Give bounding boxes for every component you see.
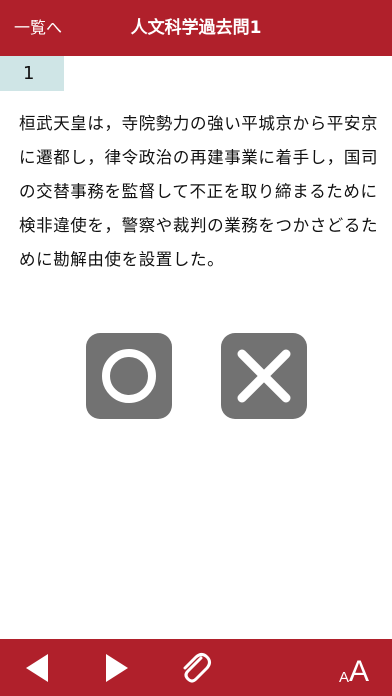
back-to-list-link[interactable]: 一覧へ bbox=[14, 16, 62, 40]
paperclip-icon[interactable] bbox=[178, 649, 212, 687]
font-large-glyph: A bbox=[349, 655, 370, 688]
question-number-badge: 1 bbox=[0, 56, 64, 91]
app-screen: 一覧へ 人文科学過去問1 1 桓武天皇は，寺院勢力の強い平城京から平安京に遷都し… bbox=[0, 0, 392, 696]
navigation-bar: 一覧へ 人文科学過去問1 bbox=[0, 0, 392, 56]
circle-icon bbox=[102, 349, 156, 403]
answer-true-button[interactable] bbox=[86, 333, 172, 419]
font-small-glyph: A bbox=[339, 669, 350, 686]
triangle-right-icon[interactable] bbox=[104, 653, 130, 683]
question-text: 桓武天皇は，寺院勢力の強い平城京から平安京に遷都し，律令政治の再建事業に着手し，… bbox=[19, 114, 379, 269]
font-size-toggle[interactable]: A A bbox=[339, 649, 379, 687]
bottom-toolbar: A A bbox=[0, 639, 392, 696]
answer-false-button[interactable] bbox=[221, 333, 307, 419]
triangle-left-icon[interactable] bbox=[24, 653, 50, 683]
cross-icon bbox=[237, 349, 291, 403]
